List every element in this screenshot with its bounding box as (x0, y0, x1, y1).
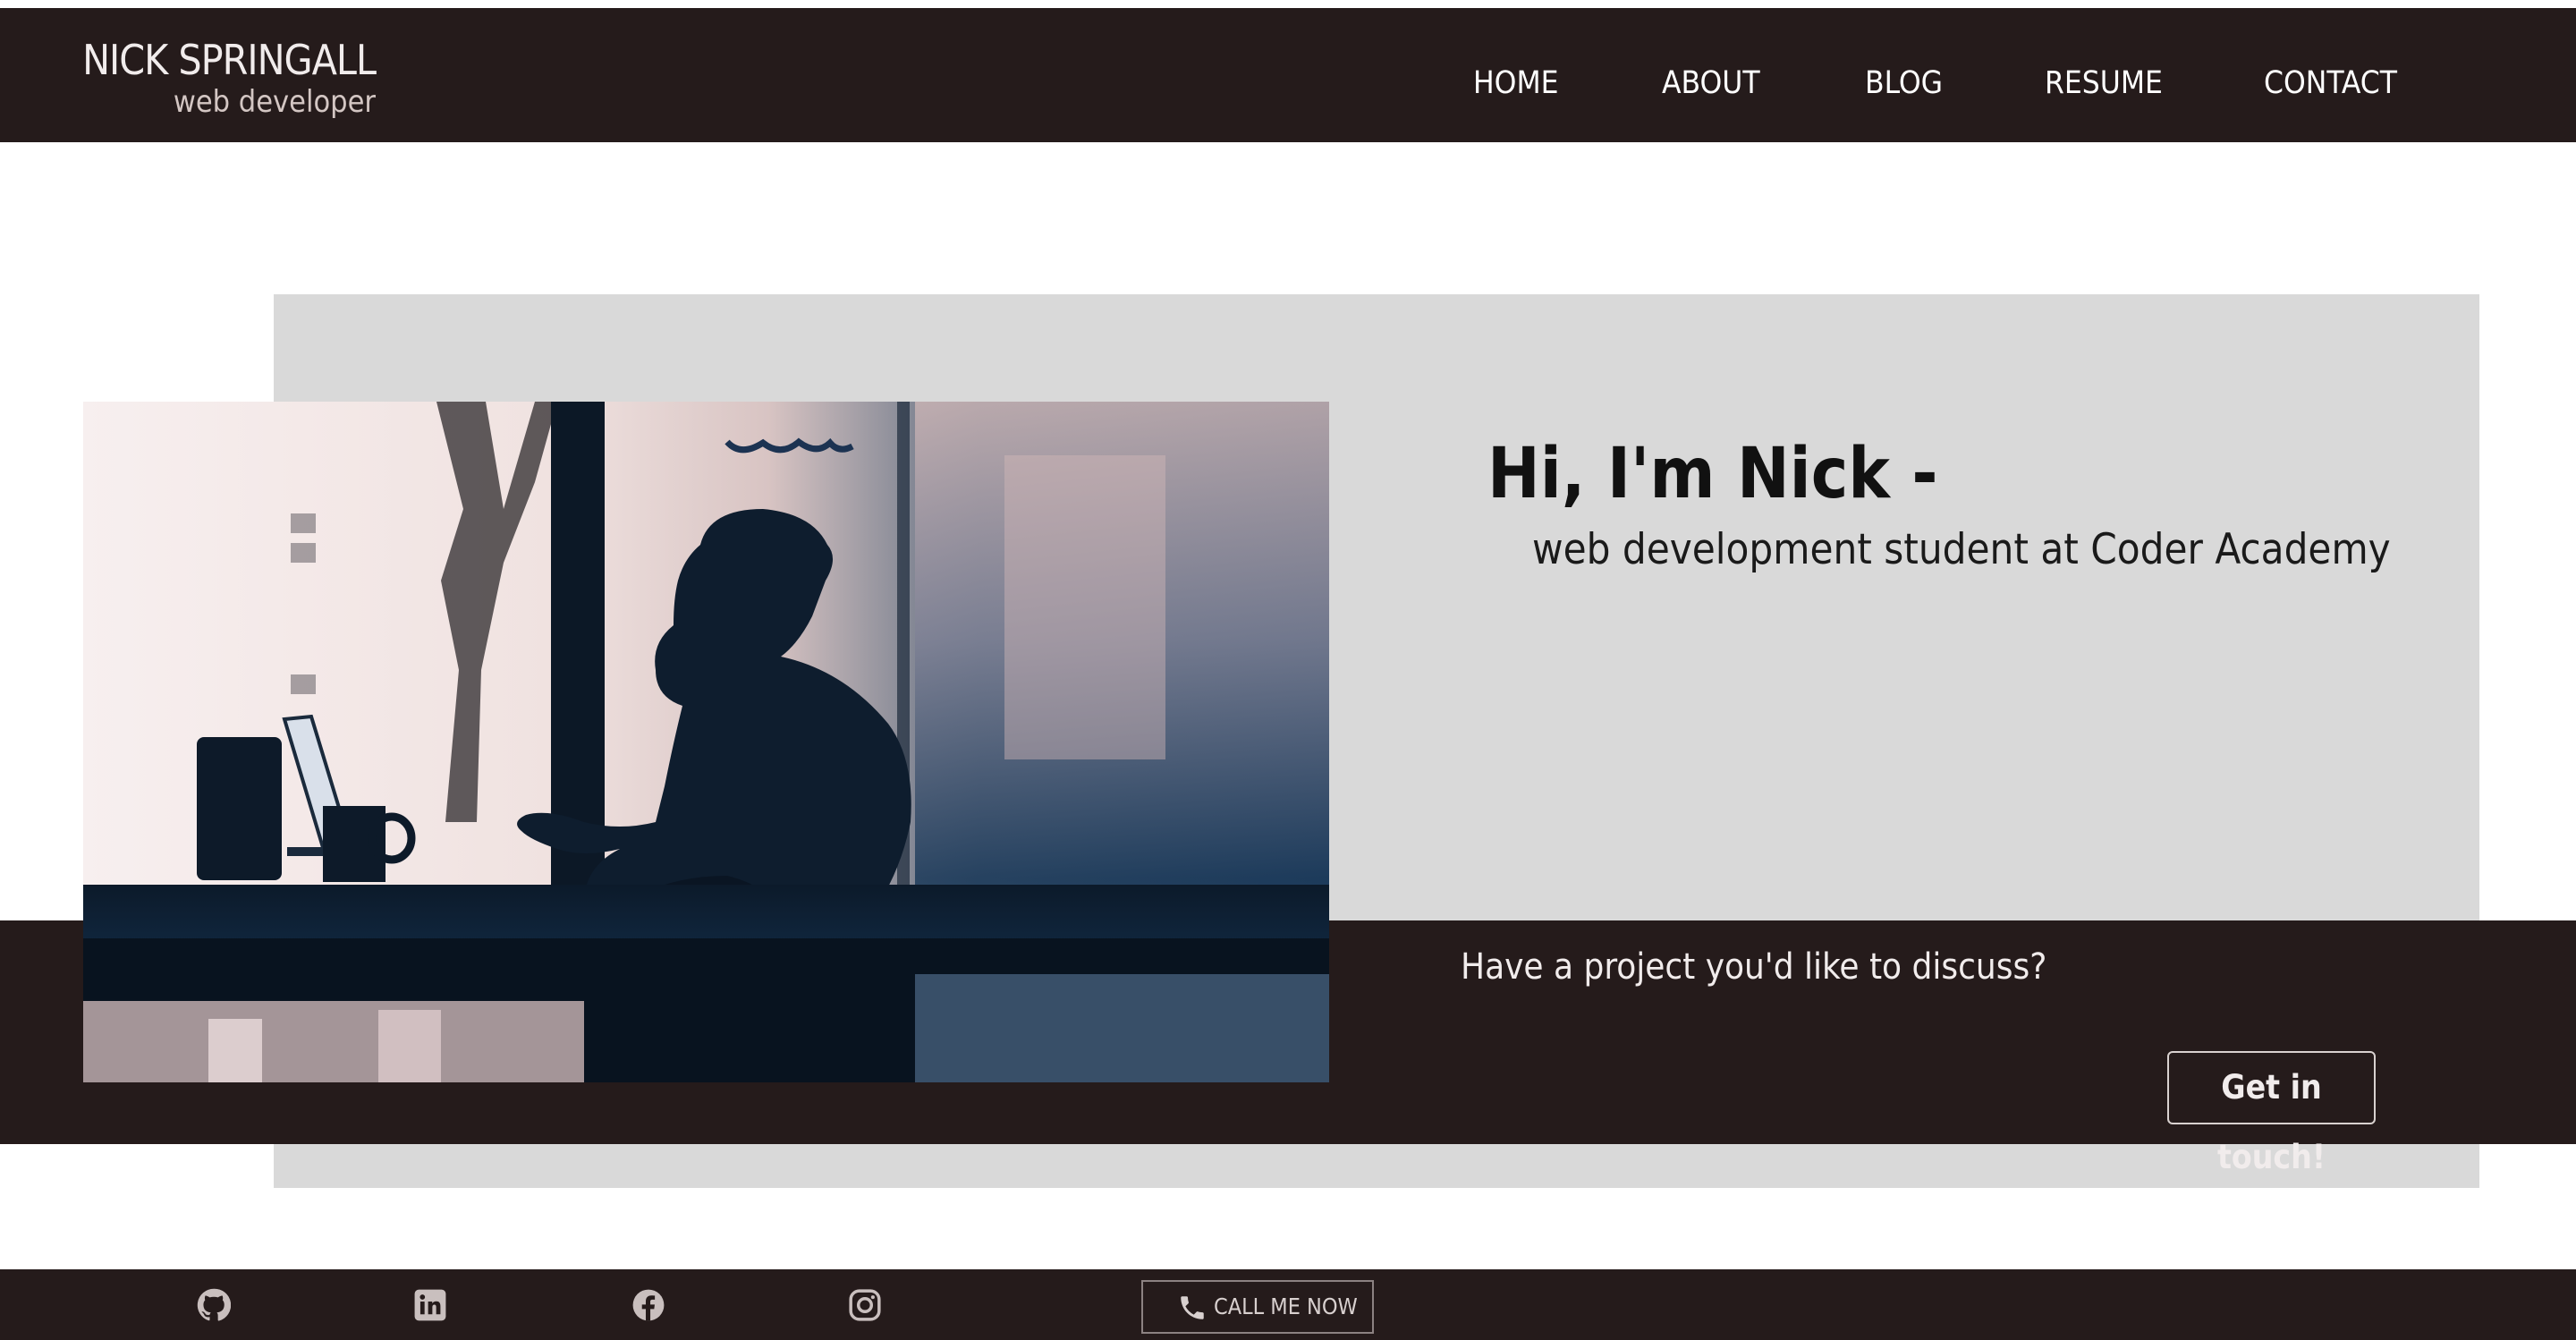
nav-about[interactable]: ABOUT (1662, 64, 1760, 103)
get-in-touch-button[interactable]: Get in touch! (2167, 1051, 2376, 1176)
phone-icon (1181, 1296, 1204, 1319)
hero-title: Hi, I'm Nick - (1487, 434, 1938, 514)
brand-tagline: web developer (173, 84, 376, 120)
cafe-silhouette-image (83, 402, 1329, 1082)
call-me-now-button[interactable]: CALL ME NOW (1141, 1280, 1374, 1334)
facebook-icon[interactable] (631, 1288, 665, 1322)
site-header: NICK SPRINGALL web developer HOME ABOUT … (0, 8, 2576, 142)
linkedin-icon[interactable] (413, 1288, 447, 1322)
cta-prompt: Have a project you'd like to discuss? (1461, 946, 2047, 988)
brand-name[interactable]: NICK SPRINGALL (72, 35, 377, 85)
hero-image (83, 402, 1329, 1082)
nav-resume[interactable]: RESUME (2045, 64, 2163, 103)
nav-home[interactable]: HOME (1473, 64, 1559, 103)
instagram-icon[interactable] (848, 1288, 882, 1322)
nav-blog[interactable]: BLOG (1865, 64, 1943, 103)
github-icon[interactable] (197, 1288, 231, 1322)
nav-contact[interactable]: CONTACT (2264, 64, 2397, 103)
hero-subtitle: web development student at Coder Academy (1532, 525, 2391, 574)
call-me-now-label: CALL ME NOW (1214, 1293, 1358, 1319)
site-footer: CALL ME NOW (0, 1269, 2576, 1340)
